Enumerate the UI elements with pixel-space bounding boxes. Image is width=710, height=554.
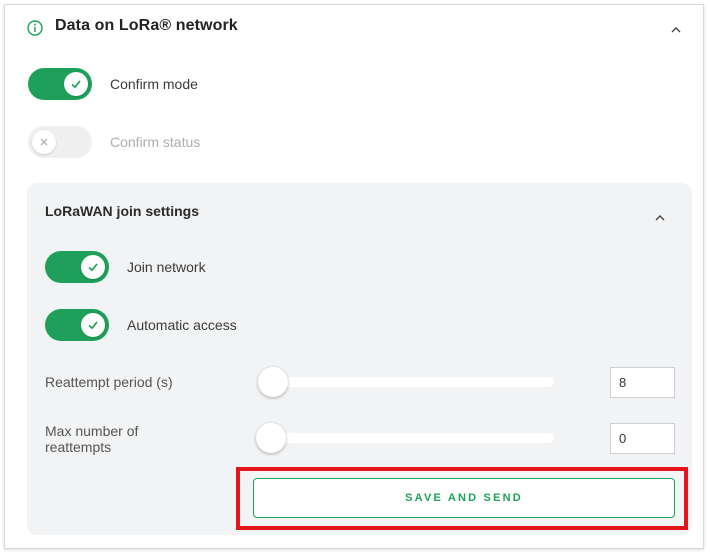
check-icon [88,263,98,272]
toggle-knob [81,313,105,337]
highlight-box [236,467,688,530]
reattempt-period-slider-thumb[interactable] [258,367,288,397]
chevron-up-icon[interactable] [653,211,667,225]
max-reattempts-label-line1: Max number of [45,423,139,439]
max-reattempts-label: Max number of reattempts [45,423,138,455]
join-network-toggle[interactable] [45,251,109,283]
reattempt-period-input[interactable]: 8 [610,367,675,398]
close-icon [40,138,48,146]
check-icon [88,321,98,330]
confirm-mode-label: Confirm mode [110,76,198,92]
section-title: Data on LoRa® network [55,17,238,34]
toggle-knob [81,255,105,279]
info-icon [27,20,43,36]
confirm-status-toggle[interactable] [28,126,92,158]
confirm-mode-toggle[interactable] [28,68,92,100]
max-reattempts-input[interactable]: 0 [610,423,675,454]
automatic-access-toggle[interactable] [45,309,109,341]
toggle-knob [32,130,56,154]
join-settings-title: LoRaWAN join settings [45,203,199,219]
automatic-access-label: Automatic access [127,317,237,333]
reattempt-period-slider-track[interactable] [260,377,554,387]
join-network-label: Join network [127,259,206,275]
max-reattempts-label-line2: reattempts [45,439,112,455]
check-icon [71,80,81,89]
confirm-status-label: Confirm status [110,134,201,150]
reattempt-period-label: Reattempt period (s) [45,374,173,390]
max-reattempts-slider-track[interactable] [260,433,554,443]
toggle-knob [64,72,88,96]
max-reattempts-slider-thumb[interactable] [256,423,286,453]
chevron-up-icon[interactable] [669,23,683,37]
